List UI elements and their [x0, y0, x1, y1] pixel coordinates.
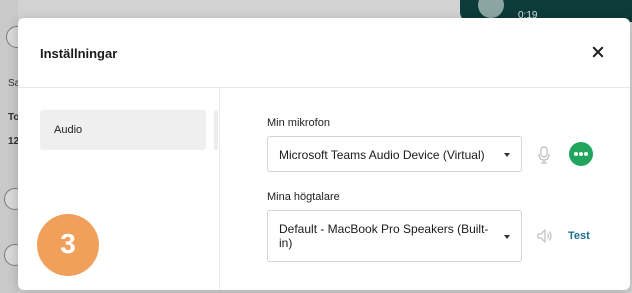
sidebar-item-label: Audio — [54, 124, 83, 136]
dialog-title: Inställningar — [40, 46, 118, 61]
microphone-select[interactable]: Microsoft Teams Audio Device (Virtual) — [267, 136, 522, 172]
microphone-select-value: Microsoft Teams Audio Device (Virtual) — [279, 148, 485, 162]
speakers-select-value: Default - MacBook Pro Speakers (Built-in… — [279, 222, 489, 250]
sidebar-item-audio[interactable]: Audio — [40, 110, 206, 150]
close-icon[interactable] — [590, 44, 606, 60]
settings-dialog: Inställningar Audio 3 Min mikrofon Micro… — [18, 18, 630, 290]
speakers-label: Mina högtalare — [267, 191, 340, 203]
dot — [584, 152, 588, 156]
more-dots-icon[interactable] — [569, 142, 593, 166]
sidebar-scrollbar[interactable] — [214, 110, 218, 150]
test-speakers-button[interactable]: Test — [568, 230, 590, 242]
dot — [579, 152, 583, 156]
chevron-down-icon — [504, 235, 510, 239]
dialog-header: Inställningar — [18, 18, 630, 88]
speakers-select[interactable]: Default - MacBook Pro Speakers (Built-in… — [267, 210, 522, 262]
chevron-down-icon — [504, 153, 510, 157]
microphone-icon[interactable] — [537, 146, 551, 164]
microphone-label: Min mikrofon — [267, 117, 330, 129]
dot — [574, 152, 578, 156]
step-badge-label: 3 — [60, 228, 76, 259]
speaker-icon[interactable] — [537, 229, 553, 243]
step-badge: 3 — [37, 214, 99, 276]
